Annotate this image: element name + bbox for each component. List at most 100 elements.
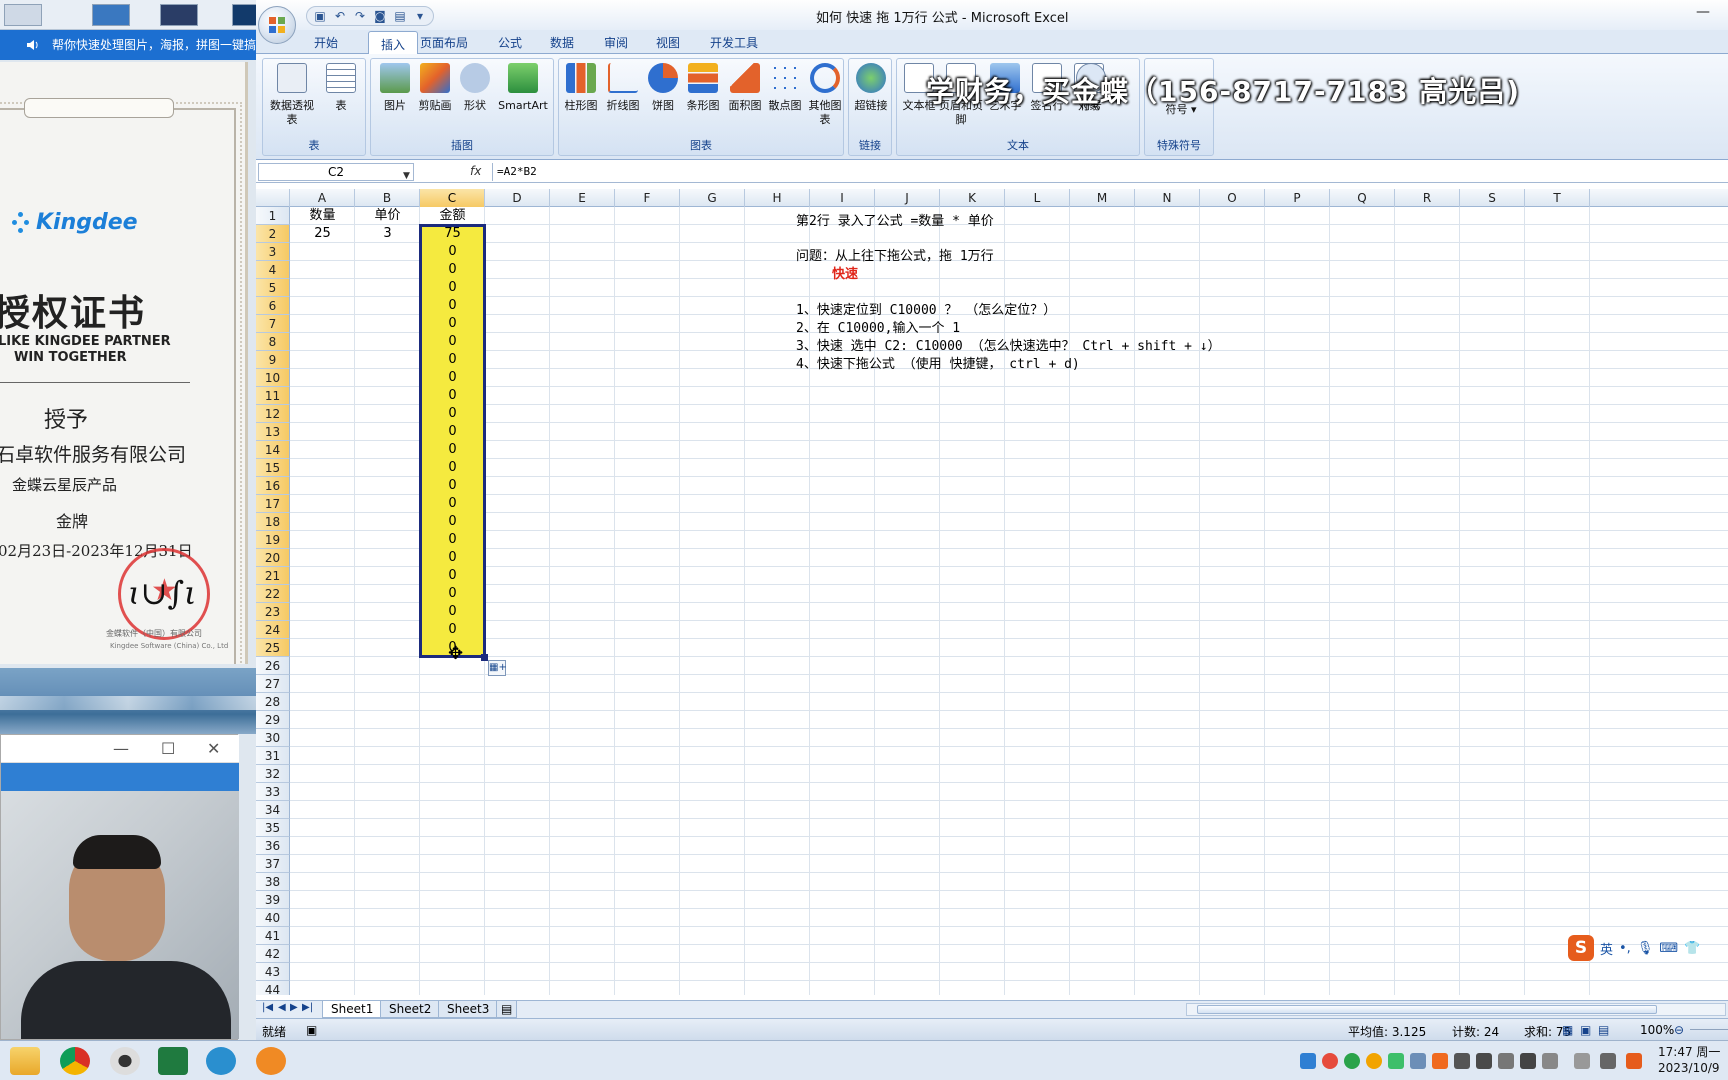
- close-button[interactable]: ✕: [207, 739, 220, 758]
- tray-lock-icon[interactable]: [1476, 1053, 1492, 1069]
- cell-a2[interactable]: 25: [290, 225, 355, 243]
- thumbnail-2[interactable]: [92, 4, 130, 26]
- pivot-table-button[interactable]: 数据透视表: [267, 63, 317, 127]
- cell-c8[interactable]: 0: [420, 333, 485, 351]
- thumbnail-4[interactable]: [232, 4, 256, 26]
- column-header-j[interactable]: J: [875, 189, 940, 207]
- scatter-chart-button[interactable]: 散点图: [765, 63, 805, 113]
- bar-chart-button[interactable]: 条形图: [683, 63, 723, 113]
- column-header-l[interactable]: L: [1005, 189, 1070, 207]
- row-header[interactable]: 9: [256, 351, 290, 369]
- row-header[interactable]: 19: [256, 531, 290, 549]
- row-header[interactable]: 29: [256, 711, 290, 729]
- prev-sheet-icon[interactable]: ◀: [278, 1002, 286, 1013]
- row-header[interactable]: 37: [256, 855, 290, 873]
- cell-c14[interactable]: 0: [420, 441, 485, 459]
- hyperlink-button[interactable]: 超链接: [851, 63, 891, 113]
- cell-c4[interactable]: 0: [420, 261, 485, 279]
- last-sheet-icon[interactable]: ▶|: [302, 1002, 313, 1013]
- tray-security-icon[interactable]: [1322, 1053, 1338, 1069]
- row-header[interactable]: 20: [256, 549, 290, 567]
- column-header-i[interactable]: I: [810, 189, 875, 207]
- excel-app-icon[interactable]: [158, 1047, 188, 1075]
- tab-view[interactable]: 视图: [656, 34, 680, 51]
- row-header[interactable]: 34: [256, 801, 290, 819]
- row-header[interactable]: 23: [256, 603, 290, 621]
- tray-search-icon[interactable]: [1366, 1053, 1382, 1069]
- redo-icon[interactable]: ↷: [353, 9, 367, 23]
- view-page-layout-icon[interactable]: ▣: [1580, 1023, 1591, 1037]
- column-header-e[interactable]: E: [550, 189, 615, 207]
- row-header[interactable]: 39: [256, 891, 290, 909]
- sheet-tab-2[interactable]: Sheet2: [380, 1001, 441, 1018]
- column-header-b[interactable]: B: [355, 189, 420, 207]
- tab-insert[interactable]: 插入: [368, 31, 419, 55]
- sheet-tab-1[interactable]: Sheet1: [322, 1001, 383, 1018]
- tray-chat-icon[interactable]: [1388, 1053, 1404, 1069]
- note-line-1[interactable]: 第2行 录入了公式 =数量 * 单价: [796, 213, 994, 231]
- row-header[interactable]: 14: [256, 441, 290, 459]
- row-header[interactable]: 1: [256, 207, 290, 225]
- scrollbar-thumb[interactable]: [1197, 1005, 1657, 1014]
- select-all-corner[interactable]: [256, 189, 290, 207]
- cell-c3[interactable]: 0: [420, 243, 485, 261]
- column-header-h[interactable]: H: [745, 189, 810, 207]
- column-header-g[interactable]: G: [680, 189, 745, 207]
- name-box[interactable]: C2 ▼: [258, 163, 414, 181]
- row-header[interactable]: 32: [256, 765, 290, 783]
- shapes-button[interactable]: 形状: [457, 63, 493, 113]
- row-header[interactable]: 2: [256, 225, 290, 243]
- cell-c6[interactable]: 0: [420, 297, 485, 315]
- camera-app-icon[interactable]: [110, 1047, 140, 1075]
- column-header-a[interactable]: A: [290, 189, 355, 207]
- note-step-1[interactable]: 1、快速定位到 C10000 ？ （怎么定位？）: [796, 302, 1056, 320]
- row-header[interactable]: 26: [256, 657, 290, 675]
- cell-c21[interactable]: 0: [420, 567, 485, 585]
- column-header-c[interactable]: C: [420, 189, 485, 207]
- row-header[interactable]: 25: [256, 639, 290, 657]
- maximize-button[interactable]: ☐: [161, 739, 175, 758]
- row-header[interactable]: 27: [256, 675, 290, 693]
- recorder-app-icon[interactable]: [256, 1047, 286, 1075]
- camera-icon[interactable]: ◙: [373, 9, 387, 23]
- cell-b1[interactable]: 单价: [355, 207, 420, 225]
- tray-ime-icon[interactable]: [1600, 1053, 1616, 1069]
- ime-language[interactable]: 英: [1600, 939, 1613, 958]
- office-button[interactable]: [258, 6, 296, 44]
- horizontal-scrollbar[interactable]: [1186, 1003, 1726, 1016]
- tab-review[interactable]: 审阅: [604, 34, 628, 51]
- insert-sheet-icon[interactable]: ▤: [496, 1001, 518, 1018]
- spreadsheet-grid[interactable]: ABCDEFGHIJKLMNOPQRST 1 2 3 4 5 6 7 8 9 10 11 12 13 14…: [256, 189, 1728, 995]
- ime-punctuation[interactable]: •,: [1619, 941, 1631, 956]
- cell-c20[interactable]: 0: [420, 549, 485, 567]
- tray-app-icon[interactable]: [1344, 1053, 1360, 1069]
- note-emphasis[interactable]: 快速: [832, 266, 858, 284]
- row-header[interactable]: 44: [256, 981, 290, 995]
- cell-c13[interactable]: 0: [420, 423, 485, 441]
- notice-bar[interactable]: 帮你快速处理图片，海报，拼图一键搞: [0, 30, 256, 60]
- tab-formulas[interactable]: 公式: [498, 34, 522, 51]
- cell-c24[interactable]: 0: [420, 621, 485, 639]
- cell-c19[interactable]: 0: [420, 531, 485, 549]
- sheet-tab-3[interactable]: Sheet3: [438, 1001, 499, 1018]
- zoom-level[interactable]: 100%: [1640, 1023, 1674, 1037]
- row-header[interactable]: 31: [256, 747, 290, 765]
- row-header[interactable]: 43: [256, 963, 290, 981]
- tab-data[interactable]: 数据: [550, 34, 574, 51]
- tray-network-icon[interactable]: [1300, 1053, 1316, 1069]
- row-header[interactable]: 17: [256, 495, 290, 513]
- browser-icon[interactable]: [206, 1047, 236, 1075]
- zoom-slider[interactable]: [1690, 1029, 1728, 1030]
- tray-folder-icon[interactable]: [1432, 1053, 1448, 1069]
- cell-c22[interactable]: 0: [420, 585, 485, 603]
- chevron-down-icon[interactable]: ▼: [403, 168, 410, 184]
- row-header[interactable]: 10: [256, 369, 290, 387]
- zoom-out-icon[interactable]: ⊖: [1674, 1023, 1684, 1037]
- other-charts-button[interactable]: 其他图表: [805, 63, 845, 127]
- row-header[interactable]: 30: [256, 729, 290, 747]
- view-normal-icon[interactable]: ▦: [1562, 1023, 1573, 1037]
- minimize-button[interactable]: —: [113, 739, 129, 758]
- undo-icon[interactable]: ↶: [333, 9, 347, 23]
- tab-home[interactable]: 开始: [314, 34, 338, 51]
- column-header-t[interactable]: T: [1525, 189, 1590, 207]
